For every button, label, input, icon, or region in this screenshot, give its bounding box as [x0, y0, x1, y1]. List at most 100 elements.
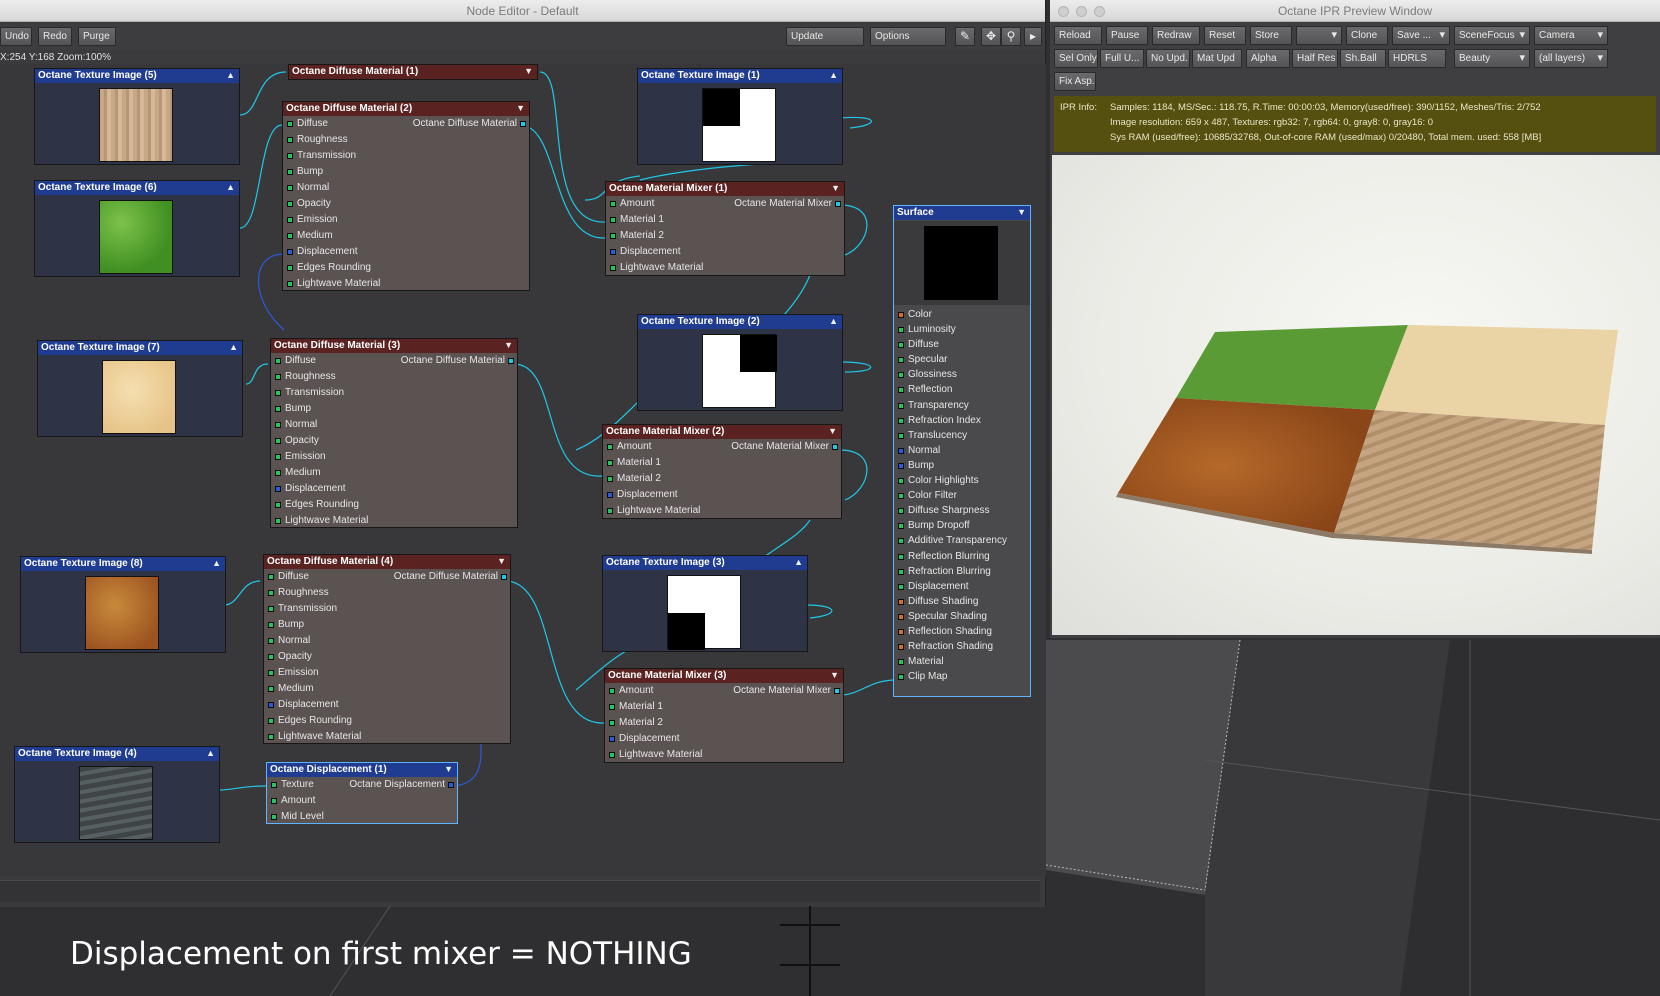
- socket-lightwave-material[interactable]: Lightwave Material: [264, 729, 510, 745]
- socket-material-2[interactable]: Material 2: [603, 471, 841, 487]
- socket-edges-rounding[interactable]: Edges Rounding: [271, 497, 517, 513]
- socket-dot[interactable]: [898, 523, 904, 530]
- socket-dot[interactable]: [607, 460, 613, 466]
- socket-dot[interactable]: [898, 327, 904, 334]
- horizontal-scrollbar[interactable]: [0, 880, 1040, 902]
- node-texture-8[interactable]: Octane Texture Image (8) ▲: [20, 556, 226, 653]
- socket-translucency[interactable]: Translucency: [894, 428, 1030, 443]
- socket-transmission[interactable]: Transmission: [283, 148, 529, 164]
- socket-dot[interactable]: [275, 470, 281, 476]
- socket-emission[interactable]: Emission: [264, 665, 510, 681]
- socket-dot[interactable]: [287, 169, 293, 175]
- ipr-button-camera[interactable]: Camera: [1534, 26, 1608, 45]
- socket-dot[interactable]: [609, 704, 615, 710]
- socket-medium[interactable]: Medium: [283, 228, 529, 244]
- socket-luminosity[interactable]: Luminosity: [894, 322, 1030, 337]
- socket-edges-rounding[interactable]: Edges Rounding: [264, 713, 510, 729]
- socket-reflection-shading[interactable]: Reflection Shading: [894, 624, 1030, 639]
- socket-dot[interactable]: [287, 233, 293, 239]
- output-socket[interactable]: [835, 201, 841, 207]
- ipr-button-sh-ball[interactable]: Sh.Ball: [1340, 49, 1386, 68]
- socket-dot[interactable]: [898, 372, 904, 379]
- ipr-button-reload[interactable]: Reload: [1054, 26, 1102, 45]
- collapse-icon[interactable]: ▼: [831, 182, 840, 195]
- play-icon[interactable]: ▸: [1024, 27, 1042, 46]
- socket-normal[interactable]: Normal: [283, 180, 529, 196]
- socket-dot[interactable]: [271, 782, 277, 788]
- node-material-mixer-3[interactable]: Octane Material Mixer (3) ▼ Amount Octane …: [604, 668, 844, 763]
- ipr-button-pause[interactable]: Pause: [1106, 26, 1148, 45]
- socket-opacity[interactable]: Opacity: [283, 196, 529, 212]
- ipr-button-clone[interactable]: Clone: [1346, 26, 1388, 45]
- socket-dot[interactable]: [268, 686, 274, 692]
- socket-dot[interactable]: [898, 387, 904, 394]
- options-button[interactable]: Options: [870, 27, 946, 46]
- socket-dot[interactable]: [268, 590, 274, 596]
- node-surface[interactable]: Surface ▼ Color Luminosity Diffuse Specular G…: [893, 205, 1031, 697]
- socket-normal[interactable]: Normal: [894, 443, 1030, 458]
- socket-dot[interactable]: [607, 492, 613, 498]
- ipr-button-store-slot[interactable]: [1296, 26, 1342, 45]
- collapse-icon[interactable]: ▼: [516, 102, 525, 115]
- output-socket[interactable]: [508, 358, 514, 364]
- collapse-icon[interactable]: ▲: [229, 341, 238, 354]
- socket-diffuse[interactable]: Diffuse Octane Diffuse Material: [271, 353, 517, 369]
- socket-dot[interactable]: [898, 628, 904, 635]
- socket-dot[interactable]: [898, 432, 904, 439]
- socket-dot[interactable]: [609, 736, 615, 742]
- ipr-button-reset[interactable]: Reset: [1204, 26, 1246, 45]
- socket-dot[interactable]: [287, 137, 293, 143]
- socket-amount[interactable]: Amount Octane Material Mixer: [603, 439, 841, 455]
- socket-diffuse[interactable]: Diffuse Octane Diffuse Material: [264, 569, 510, 585]
- socket-diffuse[interactable]: Diffuse Octane Diffuse Material: [283, 116, 529, 132]
- ipr-button-scenefocus[interactable]: SceneFocus: [1454, 26, 1530, 45]
- socket-amount[interactable]: Amount Octane Material Mixer: [605, 683, 843, 699]
- node-diffuse-material-1[interactable]: Octane Diffuse Material (1) ▼: [288, 64, 538, 80]
- socket-lightwave-material[interactable]: Lightwave Material: [605, 747, 843, 763]
- ipr-button-full-u-[interactable]: Full U...: [1100, 49, 1144, 68]
- socket-dot[interactable]: [898, 508, 904, 515]
- socket-dot[interactable]: [610, 265, 616, 271]
- ipr-button-beauty[interactable]: Beauty: [1454, 49, 1530, 68]
- node-texture-1[interactable]: Octane Texture Image (1) ▲: [637, 68, 843, 165]
- collapse-icon[interactable]: ▼: [828, 425, 837, 438]
- socket-dot[interactable]: [287, 185, 293, 191]
- collapse-icon[interactable]: ▼: [504, 339, 513, 352]
- socket-roughness[interactable]: Roughness: [264, 585, 510, 601]
- output-socket[interactable]: [834, 688, 840, 694]
- socket-dot[interactable]: [609, 688, 615, 694]
- socket-glossiness[interactable]: Glossiness: [894, 367, 1030, 382]
- socket-edges-rounding[interactable]: Edges Rounding: [283, 260, 529, 276]
- socket-clip-map[interactable]: Clip Map: [894, 669, 1030, 684]
- node-diffuse-material-3[interactable]: Octane Diffuse Material (3) ▼ Diffuse Octa…: [270, 338, 518, 528]
- ipr-button-alpha[interactable]: Alpha: [1246, 49, 1290, 68]
- collapse-icon[interactable]: ▼: [830, 669, 839, 682]
- socket-dot[interactable]: [898, 312, 904, 318]
- output-socket[interactable]: [448, 782, 454, 788]
- socket-dot[interactable]: [610, 217, 616, 223]
- socket-dot[interactable]: [287, 201, 293, 207]
- socket-dot[interactable]: [268, 670, 274, 676]
- socket-opacity[interactable]: Opacity: [271, 433, 517, 449]
- move-icon[interactable]: ✥: [981, 27, 1001, 46]
- socket-mid-level[interactable]: Mid Level: [267, 809, 457, 825]
- socket-diffuse[interactable]: Diffuse: [894, 337, 1030, 352]
- socket-displacement[interactable]: Displacement: [605, 731, 843, 747]
- socket-displacement[interactable]: Displacement: [894, 579, 1030, 594]
- socket-dot[interactable]: [271, 798, 277, 804]
- socket-dot[interactable]: [268, 606, 274, 612]
- socket-additive-transparency[interactable]: Additive Transparency: [894, 533, 1030, 548]
- socket-specular[interactable]: Specular: [894, 352, 1030, 367]
- socket-refraction-shading[interactable]: Refraction Shading: [894, 639, 1030, 654]
- socket-displacement[interactable]: Displacement: [606, 244, 844, 260]
- socket-dot[interactable]: [268, 718, 274, 724]
- socket-material-2[interactable]: Material 2: [606, 228, 844, 244]
- socket-dot[interactable]: [287, 281, 293, 287]
- socket-diffuse-sharpness[interactable]: Diffuse Sharpness: [894, 503, 1030, 518]
- socket-color-highlights[interactable]: Color Highlights: [894, 473, 1030, 488]
- socket-dot[interactable]: [898, 357, 904, 364]
- socket-bump[interactable]: Bump: [271, 401, 517, 417]
- socket-dot[interactable]: [898, 493, 904, 500]
- ipr-render-view[interactable]: [1052, 155, 1660, 635]
- ipr-button-sel-only[interactable]: Sel Only: [1054, 49, 1098, 68]
